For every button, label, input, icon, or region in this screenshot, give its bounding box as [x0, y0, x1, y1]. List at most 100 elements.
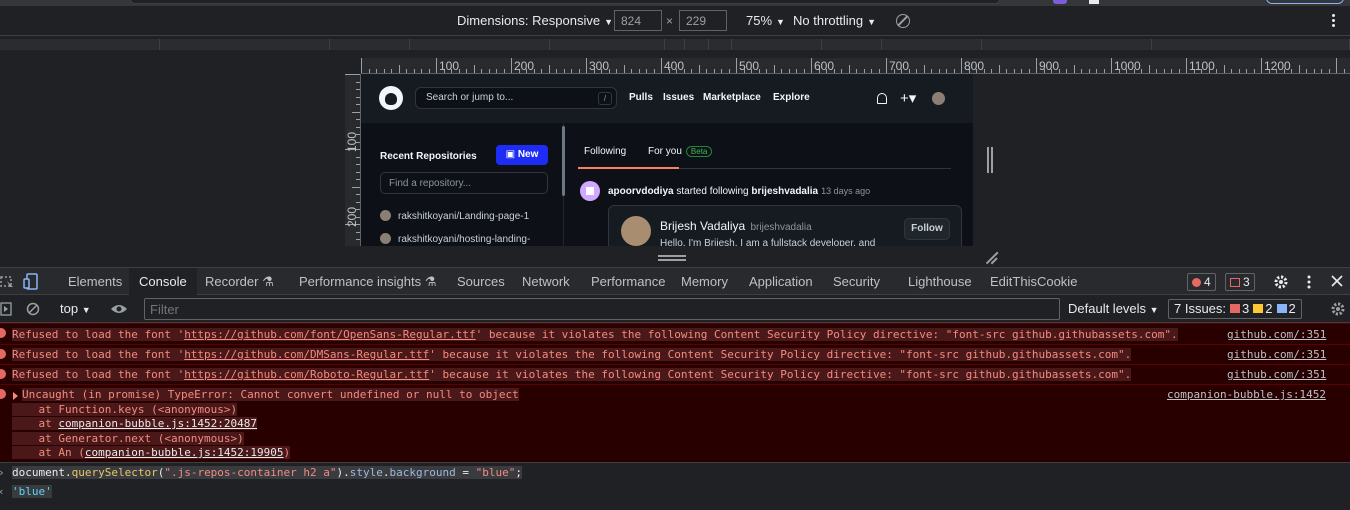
more-options-icon[interactable]: [1306, 274, 1312, 290]
media-query-bar[interactable]: [982, 39, 1152, 50]
caret-down-icon: ▼: [604, 17, 613, 27]
error-url-link[interactable]: https://github.com/Roboto-Regular.ttf: [184, 368, 429, 381]
media-query-bar[interactable]: [1152, 39, 1350, 50]
nav-explore[interactable]: Explore: [773, 92, 810, 103]
stack-frame-link[interactable]: companion-bubble.js:1452:19905: [85, 446, 284, 459]
tab-lighthouse[interactable]: Lighthouse: [898, 268, 982, 295]
tab-editthiscookie[interactable]: EditThisCookie: [980, 268, 1087, 295]
nav-marketplace[interactable]: Marketplace: [703, 92, 761, 103]
extension-icon[interactable]: [1053, 0, 1067, 4]
inspect-element-icon[interactable]: [0, 274, 14, 290]
more-options-icon[interactable]: [1332, 14, 1336, 28]
ruler-tick: [436, 58, 437, 73]
filter-input[interactable]: [144, 298, 1060, 320]
tab-console[interactable]: Console: [129, 268, 197, 295]
zoom-dropdown[interactable]: 75% ▼: [746, 13, 785, 28]
error-issue-icon: [1230, 304, 1241, 313]
avatar[interactable]: [621, 216, 651, 246]
nav-pulls[interactable]: Pulls: [629, 92, 653, 103]
follow-button[interactable]: Follow: [904, 218, 950, 240]
resize-corner-icon[interactable]: [984, 251, 998, 265]
error-count-badge[interactable]: 4: [1187, 273, 1216, 291]
clear-console-icon[interactable]: [26, 302, 40, 316]
resize-handle-bottom[interactable]: [658, 255, 686, 261]
media-query-bar[interactable]: [410, 39, 550, 50]
source-link[interactable]: github.com/:351: [1227, 368, 1326, 381]
error-url-link[interactable]: https://github.com/font/OpenSans-Regular…: [184, 328, 475, 341]
nav-issues[interactable]: Issues: [663, 92, 694, 103]
ruler-tick: [728, 69, 730, 73]
console-result[interactable]: 'blue': [12, 485, 52, 498]
new-repo-button[interactable]: ▣ New: [496, 145, 548, 165]
source-link[interactable]: github.com/:351: [1227, 328, 1326, 341]
dimensions-dropdown[interactable]: Dimensions: Responsive ▼: [457, 13, 613, 28]
close-icon[interactable]: [1331, 275, 1343, 287]
console-command[interactable]: document.querySelector(".js-repos-contai…: [12, 466, 522, 479]
error-url-link[interactable]: https://github.com/DMSans-Regular.ttf: [184, 348, 429, 361]
zoom-label: 75%: [746, 13, 773, 28]
tab-memory[interactable]: Memory: [671, 268, 738, 295]
plus-dropdown-icon[interactable]: +▾: [900, 89, 916, 107]
media-query-bar[interactable]: [0, 39, 160, 50]
log-levels-dropdown[interactable]: Default levels ▼: [1068, 301, 1159, 316]
media-query-bar[interactable]: [330, 39, 410, 50]
media-query-bar[interactable]: [822, 39, 882, 50]
media-query-bar[interactable]: [732, 39, 822, 50]
ruler-tick: [356, 81, 360, 83]
width-input[interactable]: [614, 10, 662, 31]
ruler-label: 600: [814, 59, 835, 73]
source-link[interactable]: github.com/:351: [1227, 348, 1326, 361]
avatar[interactable]: [932, 92, 945, 105]
ruler-tick: [1238, 69, 1240, 73]
sidebar-toggle-icon[interactable]: [0, 302, 12, 316]
warning-count-badge[interactable]: 3: [1225, 273, 1255, 291]
tab-network[interactable]: Network: [512, 268, 580, 295]
media-query-bar[interactable]: [709, 39, 732, 50]
tab-sources[interactable]: Sources: [447, 268, 515, 295]
resize-handle-right[interactable]: [987, 147, 993, 173]
avatar[interactable]: [580, 181, 600, 201]
expand-triangle-icon[interactable]: [13, 392, 18, 400]
tab-performance-insights[interactable]: Performance insights ⚗: [289, 268, 446, 295]
console-settings-gear-icon[interactable]: [1330, 301, 1346, 317]
tab-application[interactable]: Application: [739, 268, 823, 295]
throttling-dropdown[interactable]: No throttling ▼: [793, 13, 876, 28]
tab-for-you[interactable]: For you Beta: [648, 146, 713, 157]
bell-icon[interactable]: [877, 93, 887, 104]
source-link[interactable]: companion-bubble.js:1452: [1167, 388, 1326, 401]
eye-icon[interactable]: [110, 303, 128, 315]
tab-performance[interactable]: Performance: [581, 268, 675, 295]
find-repo-input[interactable]: Find a repository...: [380, 172, 548, 194]
media-query-bar[interactable]: [665, 39, 685, 50]
gear-icon[interactable]: [1273, 274, 1289, 290]
extension-icon[interactable]: [1089, 0, 1099, 4]
issues-button[interactable]: 7 Issues: 3 2 2: [1168, 299, 1302, 319]
github-search-input[interactable]: Search or jump to... /: [415, 87, 617, 109]
tab-recorder[interactable]: Recorder ⚗: [195, 268, 284, 295]
media-query-bar[interactable]: [882, 39, 982, 50]
tab-security[interactable]: Security: [823, 268, 890, 295]
profile-button[interactable]: [1266, 0, 1344, 4]
github-logo-icon[interactable]: [379, 86, 403, 110]
media-query-bar[interactable]: [685, 39, 709, 50]
address-bar-edge[interactable]: [130, 0, 1000, 4]
repo-link[interactable]: rakshitkoyani/hosting-landing-: [380, 233, 530, 245]
media-query-bar[interactable]: [550, 39, 665, 50]
sidebar-scrollbar[interactable]: [562, 126, 565, 196]
ruler-tick: [356, 156, 360, 158]
repo-link[interactable]: rakshitkoyani/Landing-page-1: [380, 210, 529, 222]
tab-elements[interactable]: Elements: [58, 268, 132, 295]
height-input[interactable]: [679, 10, 727, 31]
user-name[interactable]: Brijesh Vadaliya brijeshvadalia: [660, 219, 812, 233]
ruler-tick: [563, 69, 565, 73]
feed-target[interactable]: brijeshvadalia: [751, 186, 818, 197]
stack-frame-link[interactable]: companion-bubble.js:1452:20487: [58, 417, 257, 430]
github-header: Search or jump to... / Pulls Issues Mark…: [361, 74, 973, 123]
rotate-icon[interactable]: [896, 14, 910, 28]
media-query-bar[interactable]: [160, 39, 330, 50]
feed-actor[interactable]: apoorvdodiya: [608, 186, 674, 197]
tab-following[interactable]: Following: [584, 146, 626, 157]
context-selector[interactable]: top ▼: [60, 301, 91, 316]
ruler-tick: [541, 69, 542, 73]
device-toggle-icon[interactable]: [23, 273, 39, 291]
